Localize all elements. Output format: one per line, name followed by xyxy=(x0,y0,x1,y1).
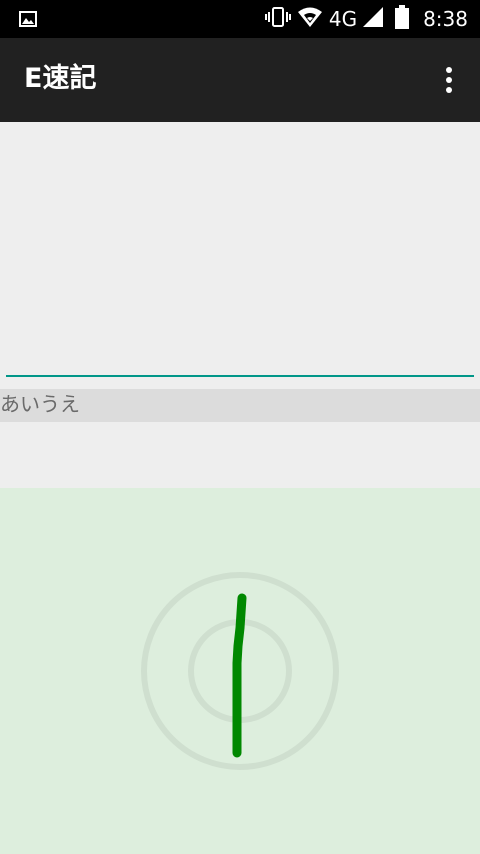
status-bar: 4G 8:38 xyxy=(0,0,480,38)
editor-underline xyxy=(6,375,474,377)
wifi-icon xyxy=(297,6,323,32)
status-icons: 4G 8:38 xyxy=(264,0,468,38)
spacer-area xyxy=(0,422,480,488)
handwriting-pad[interactable] xyxy=(0,488,480,854)
app-title: E速記 xyxy=(24,63,97,94)
app-bar: E速記 xyxy=(0,38,480,122)
candidate-text[interactable]: あいうえ xyxy=(0,389,80,419)
text-editor[interactable] xyxy=(0,122,480,388)
battery-icon xyxy=(395,5,410,33)
vibrate-icon xyxy=(264,6,291,32)
candidate-bar[interactable]: あいうえ xyxy=(0,389,480,422)
more-vert-icon xyxy=(446,67,452,93)
overflow-menu-button[interactable] xyxy=(434,64,464,96)
image-notification-icon xyxy=(18,9,38,29)
clock: 8:38 xyxy=(423,7,468,31)
signal-icon xyxy=(363,7,384,31)
ink-stroke xyxy=(232,593,247,758)
network-type: 4G xyxy=(328,7,358,31)
handwriting-canvas[interactable] xyxy=(0,488,480,854)
